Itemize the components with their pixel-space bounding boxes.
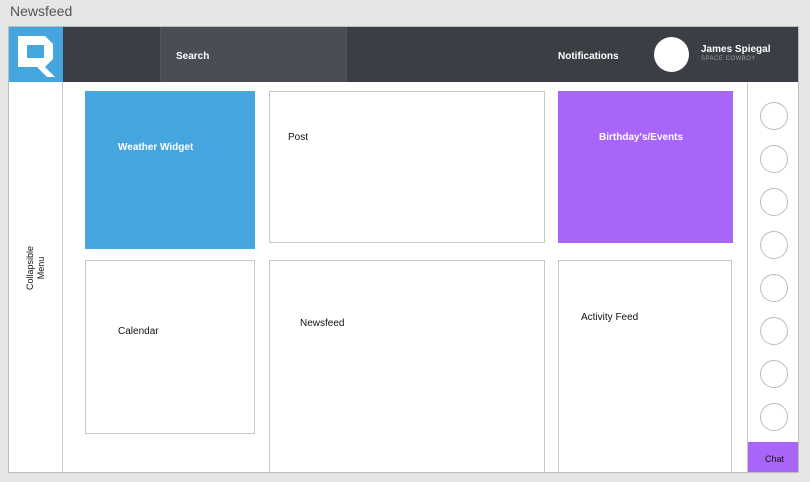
page-title: Newsfeed <box>10 3 73 19</box>
user-name[interactable]: James Spiegal <box>701 44 770 55</box>
collapsible-menu[interactable]: Collapsible Menu <box>9 82 63 472</box>
notifications-button[interactable]: Notifications <box>558 27 619 82</box>
post-widget-label: Post <box>288 132 309 143</box>
logo[interactable] <box>9 27 63 82</box>
avatar[interactable] <box>654 37 689 72</box>
chat-contact-avatar[interactable] <box>760 145 788 173</box>
collapsible-menu-label: Collapsible Menu <box>25 246 47 290</box>
chat-contact-avatar[interactable] <box>760 188 788 216</box>
chat-contact-avatar[interactable] <box>760 403 788 431</box>
newsfeed-widget[interactable]: Newsfeed <box>269 260 545 472</box>
weather-widget-label: Weather Widget <box>118 142 194 153</box>
top-bar: Search Notifications James Spiegal SPACE… <box>9 27 798 82</box>
weather-widget[interactable]: Weather Widget <box>85 91 255 249</box>
chat-contact-avatar[interactable] <box>760 231 788 259</box>
calendar-widget[interactable]: Calendar <box>85 260 255 434</box>
chat-contact-avatar[interactable] <box>760 360 788 388</box>
events-widget-label: Birthday's/Events <box>599 132 684 143</box>
chat-contact-avatar[interactable] <box>760 274 788 302</box>
app-frame: Search Notifications James Spiegal SPACE… <box>8 26 799 473</box>
chat-panel: Chat <box>747 82 798 472</box>
calendar-widget-label: Calendar <box>118 326 159 337</box>
activity-feed-widget[interactable]: Activity Feed <box>558 260 732 472</box>
events-widget[interactable]: Birthday's/Events <box>558 91 733 243</box>
search-button[interactable]: Search <box>160 27 347 82</box>
collapsible-menu-label-line2: Menu <box>36 256 46 280</box>
chat-button[interactable]: Chat <box>748 442 798 472</box>
activity-feed-label: Activity Feed <box>581 312 639 323</box>
chat-contact-avatar[interactable] <box>760 102 788 130</box>
user-subtitle: SPACE COWBOY <box>701 56 756 62</box>
chat-contact-avatar[interactable] <box>760 317 788 345</box>
newsfeed-widget-label: Newsfeed <box>300 318 345 329</box>
post-widget[interactable]: Post <box>269 91 545 243</box>
logo-icon <box>18 36 55 77</box>
collapsible-menu-label-line1: Collapsible <box>25 245 35 291</box>
